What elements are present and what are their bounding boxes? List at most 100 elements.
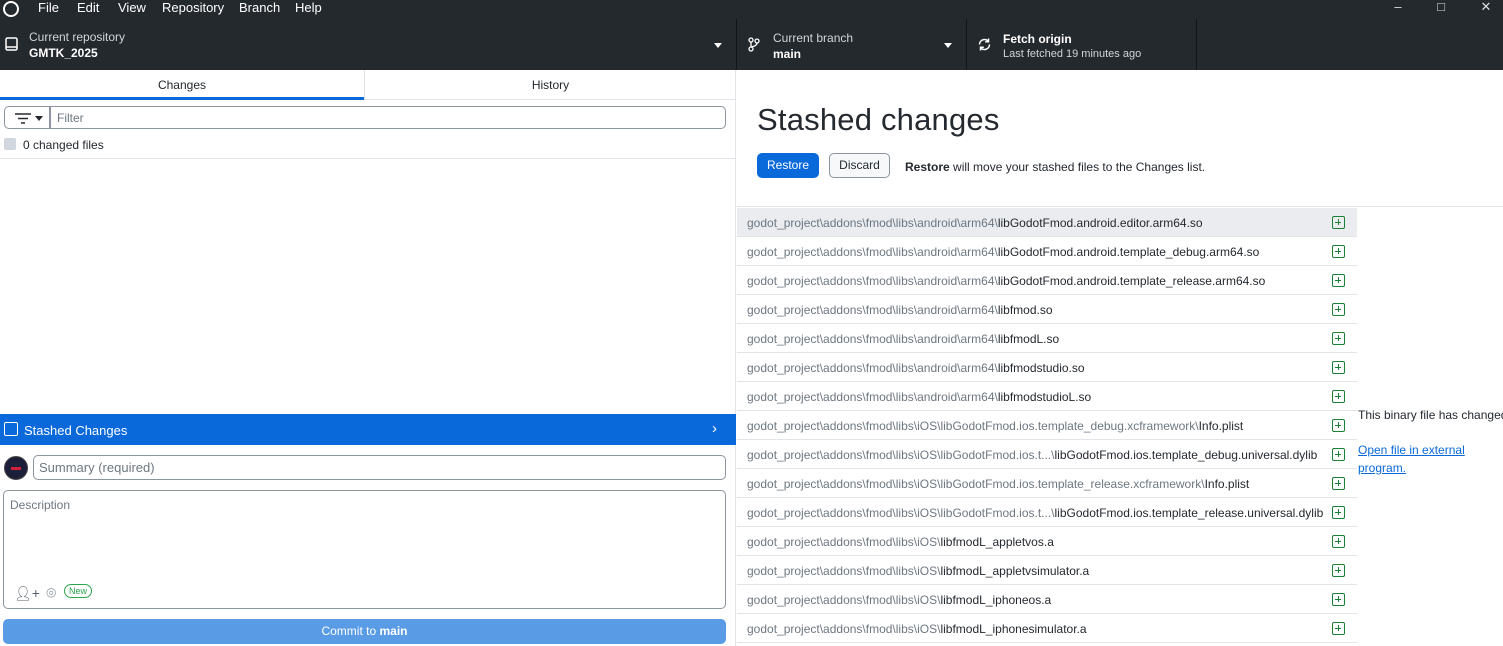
file-row[interactable]: godot_project\addons\fmod\libs\android\a…: [737, 237, 1357, 266]
chevron-down-icon: [714, 43, 722, 48]
file-added-icon: [1332, 303, 1345, 316]
file-row[interactable]: godot_project\addons\fmod\libs\iOS\libGo…: [737, 498, 1357, 527]
file-added-icon: [1332, 477, 1345, 490]
file-directory: godot_project\addons\fmod\libs\android\a…: [747, 245, 998, 259]
file-row[interactable]: godot_project\addons\fmod\libs\android\a…: [737, 324, 1357, 353]
stash-icon: [4, 422, 18, 436]
changed-files-header: 0 changed files: [0, 132, 736, 159]
file-row[interactable]: godot_project\addons\fmod\libs\iOS\libfm…: [737, 614, 1357, 643]
divider: [737, 206, 1503, 207]
chevron-down-icon: [944, 43, 952, 48]
page-title: Stashed changes: [757, 102, 1000, 137]
file-directory: godot_project\addons\fmod\libs\iOS\: [747, 535, 941, 549]
stashed-changes-button[interactable]: Stashed Changes ›: [0, 414, 736, 445]
file-row[interactable]: godot_project\addons\fmod\libs\iOS\libfm…: [737, 527, 1357, 556]
file-added-icon: [1332, 448, 1345, 461]
select-all-checkbox[interactable]: [4, 138, 16, 150]
github-logo-icon: [3, 1, 19, 17]
file-row[interactable]: godot_project\addons\fmod\libs\android\a…: [737, 353, 1357, 382]
chevron-right-icon: ›: [712, 420, 717, 437]
summary-input[interactable]: [33, 455, 726, 480]
stashed-changes-label: Stashed Changes: [24, 423, 128, 438]
tab-changes[interactable]: Changes: [0, 70, 364, 100]
file-added-icon: [1332, 564, 1345, 577]
copilot-icon[interactable]: ◎: [46, 585, 56, 599]
avatar[interactable]: [4, 456, 28, 480]
file-added-icon: [1332, 593, 1345, 606]
file-added-icon: [1332, 274, 1345, 287]
file-directory: godot_project\addons\fmod\libs\android\a…: [747, 216, 998, 230]
file-path: godot_project\addons\fmod\libs\iOS\libfm…: [747, 593, 1051, 607]
file-added-icon: [1332, 245, 1345, 258]
minimize-icon[interactable]: –: [1391, 0, 1405, 14]
file-directory: godot_project\addons\fmod\libs\android\a…: [747, 390, 998, 404]
file-name: libfmodL.so: [997, 332, 1060, 346]
branch-icon: [748, 37, 760, 52]
file-row[interactable]: godot_project\addons\fmod\libs\android\a…: [737, 382, 1357, 411]
menu-file[interactable]: File: [38, 0, 59, 15]
file-path: godot_project\addons\fmod\libs\android\a…: [747, 361, 1085, 375]
discard-button[interactable]: Discard: [829, 153, 890, 178]
file-added-icon: [1332, 361, 1345, 374]
file-name: Info.plist: [1198, 419, 1244, 433]
file-name: Info.plist: [1204, 477, 1250, 491]
fetch-origin-button[interactable]: Fetch origin Last fetched 19 minutes ago: [967, 19, 1197, 70]
menu-branch[interactable]: Branch: [239, 0, 280, 15]
file-name: libGodotFmod.android.template_release.ar…: [997, 274, 1266, 288]
filter-options-button[interactable]: [4, 106, 50, 129]
file-directory: godot_project\addons\fmod\libs\android\a…: [747, 303, 998, 317]
description-field[interactable]: Description 👤︎+ ◎ New: [3, 490, 726, 609]
file-directory: godot_project\addons\fmod\libs\android\a…: [747, 332, 998, 346]
file-path: godot_project\addons\fmod\libs\android\a…: [747, 303, 1053, 317]
add-coauthor-icon[interactable]: 👤︎+: [14, 585, 40, 602]
file-row[interactable]: godot_project\addons\fmod\libs\iOS\libfm…: [737, 556, 1357, 585]
sync-icon: [978, 38, 991, 51]
file-name: libGodotFmod.android.template_debug.arm6…: [997, 245, 1260, 259]
file-row[interactable]: godot_project\addons\fmod\libs\android\a…: [737, 208, 1357, 237]
file-row[interactable]: godot_project\addons\fmod\libs\iOS\libGo…: [737, 469, 1357, 498]
file-added-icon: [1332, 390, 1345, 403]
file-name: libGodotFmod.ios.template_release.univer…: [1054, 506, 1324, 520]
description-placeholder: Description: [10, 498, 71, 512]
restore-hint-text: will move your stashed files to the Chan…: [949, 160, 1206, 174]
tab-history[interactable]: History: [364, 70, 736, 100]
file-row[interactable]: godot_project\addons\fmod\libs\android\a…: [737, 295, 1357, 324]
file-directory: godot_project\addons\fmod\libs\iOS\libGo…: [747, 477, 1205, 491]
title-bar: File Edit View Repository Branch Help – …: [0, 0, 1503, 19]
file-name: libGodotFmod.ios.template_debug.universa…: [1054, 448, 1318, 462]
stashed-file-list: godot_project\addons\fmod\libs\android\a…: [737, 208, 1357, 643]
file-added-icon: [1332, 332, 1345, 345]
file-added-icon: [1332, 506, 1345, 519]
file-directory: godot_project\addons\fmod\libs\iOS\: [747, 622, 941, 636]
file-path: godot_project\addons\fmod\libs\iOS\libGo…: [747, 506, 1323, 520]
file-row[interactable]: godot_project\addons\fmod\libs\iOS\libGo…: [737, 411, 1357, 440]
file-directory: godot_project\addons\fmod\libs\iOS\libGo…: [747, 448, 1055, 462]
open-external-link[interactable]: Open file in external program.: [1358, 441, 1488, 477]
fetch-label: Fetch origin: [1003, 32, 1072, 46]
menu-help[interactable]: Help: [295, 0, 322, 15]
menu-view[interactable]: View: [118, 0, 146, 15]
current-branch-button[interactable]: Current branch main: [737, 19, 967, 70]
restore-button[interactable]: Restore: [757, 153, 819, 178]
file-name: libfmodL_iphoneos.a: [940, 593, 1052, 607]
file-row[interactable]: godot_project\addons\fmod\libs\iOS\libGo…: [737, 440, 1357, 469]
file-row[interactable]: godot_project\addons\fmod\libs\iOS\libfm…: [737, 585, 1357, 614]
current-repository-button[interactable]: Current repository GMTK_2025: [0, 19, 737, 70]
repository-name: GMTK_2025: [29, 46, 98, 60]
filter-icon: [15, 113, 31, 124]
binary-file-message: This binary file has changed.: [1358, 408, 1503, 422]
last-fetched-text: Last fetched 19 minutes ago: [1003, 48, 1142, 60]
filter-input[interactable]: [50, 106, 726, 129]
menu-edit[interactable]: Edit: [77, 0, 99, 15]
file-name: libfmodstudio.so: [997, 361, 1085, 375]
menu-repository[interactable]: Repository: [162, 0, 224, 15]
file-row[interactable]: godot_project\addons\fmod\libs\android\a…: [737, 266, 1357, 295]
commit-button[interactable]: Commit to main: [3, 619, 726, 644]
toolbar: Current repository GMTK_2025 Current bra…: [0, 19, 1503, 70]
close-icon[interactable]: ✕: [1479, 0, 1493, 14]
file-directory: godot_project\addons\fmod\libs\iOS\: [747, 593, 941, 607]
branch-label: Current branch: [773, 31, 854, 45]
changed-files-count: 0 changed files: [23, 138, 104, 152]
maximize-icon[interactable]: □: [1434, 0, 1448, 14]
file-added-icon: [1332, 622, 1345, 635]
